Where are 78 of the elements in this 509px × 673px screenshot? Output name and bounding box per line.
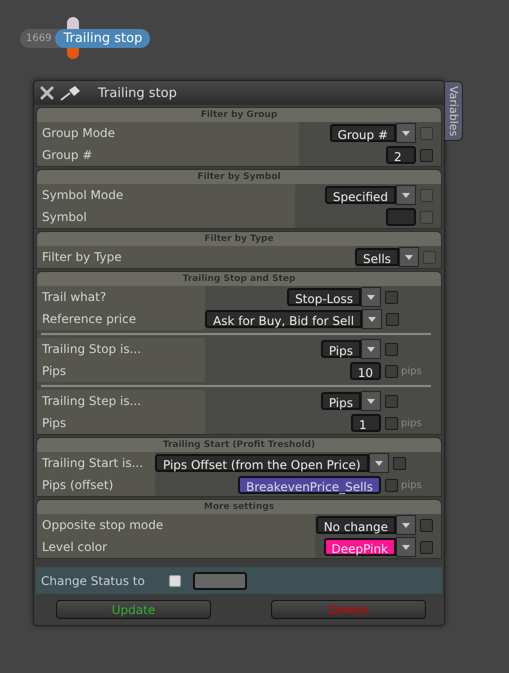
order-label[interactable]: Trailing stop — [55, 28, 150, 48]
caret-icon — [402, 130, 410, 136]
checkbox[interactable] — [420, 540, 433, 554]
checkbox[interactable] — [420, 518, 433, 532]
field-label: Pips — [37, 360, 205, 382]
dropdown-field[interactable]: Stop-Loss — [287, 288, 361, 306]
unit-label: pips — [401, 418, 422, 428]
dropdown-button[interactable] — [361, 339, 381, 359]
field-label: Trailing Step is... — [37, 390, 205, 412]
field-label: Trailing Start is... — [37, 452, 155, 474]
caret-icon — [367, 346, 375, 352]
field-label: Opposite stop mode — [37, 514, 315, 536]
checkbox[interactable] — [169, 574, 181, 586]
checkbox[interactable] — [386, 312, 400, 326]
field-label: Filter by Type — [37, 246, 355, 268]
close-icon[interactable] — [40, 86, 54, 100]
dropdown-button[interactable] — [396, 515, 416, 535]
section-header: Filter by Type — [37, 232, 441, 246]
caret-icon — [367, 294, 375, 300]
caret-icon — [374, 460, 383, 466]
dropdown-button[interactable] — [368, 453, 389, 473]
caret-icon — [402, 192, 410, 198]
field-label: Group Mode — [37, 122, 299, 144]
field-label: Pips — [37, 412, 205, 434]
caret-icon — [367, 398, 375, 404]
update-button[interactable]: Update — [56, 600, 211, 619]
dropdown-button[interactable] — [362, 309, 382, 329]
checkbox[interactable] — [392, 456, 406, 470]
dropdown-field[interactable]: Specified — [324, 186, 396, 204]
pin-icon[interactable] — [60, 85, 82, 101]
checkbox[interactable] — [385, 290, 398, 304]
dropdown-button[interactable] — [396, 537, 416, 557]
checkbox[interactable] — [385, 394, 398, 408]
input-field[interactable]: 1 — [351, 414, 381, 432]
field-label: Group # — [37, 144, 299, 166]
caret-icon — [404, 254, 413, 260]
unit-label: pips — [401, 366, 422, 376]
section-header: Filter by Group — [37, 108, 441, 122]
window-title: Trailing stop — [98, 86, 177, 100]
caret-icon — [402, 522, 410, 528]
caret-icon — [368, 316, 376, 322]
field-label: Symbol — [37, 206, 295, 228]
section-header: Trailing Start (Profit Treshold) — [37, 438, 441, 452]
dropdown-field[interactable]: Group # — [330, 124, 396, 142]
dropdown-button[interactable] — [361, 391, 381, 411]
input-field[interactable]: BreakevenPrice_Sells — [238, 476, 381, 494]
section-header: Filter by Symbol — [37, 170, 441, 184]
unit-label: pips — [401, 480, 422, 490]
dropdown-button[interactable] — [398, 247, 419, 267]
dropdown-button[interactable] — [396, 185, 416, 205]
section-header: More settings — [37, 500, 441, 514]
section-header: Trailing Stop and Step — [37, 272, 441, 286]
dropdown-field[interactable]: Pips Offset (from the Open Price) — [155, 454, 369, 472]
checkbox[interactable] — [385, 478, 398, 492]
dropdown-field[interactable]: Pips — [320, 340, 361, 358]
checkbox[interactable] — [385, 342, 398, 356]
dropdown-button[interactable] — [361, 287, 381, 307]
dropdown-field[interactable]: Sells — [355, 248, 399, 266]
field-label: Trailing Stop is... — [37, 338, 205, 360]
field-label: Level color — [37, 536, 315, 558]
dropdown-field[interactable]: Ask for Buy, Bid for Sell — [205, 310, 362, 328]
checkbox[interactable] — [385, 364, 398, 378]
dropdown-field[interactable]: No change — [316, 516, 396, 534]
dropdown-button[interactable] — [396, 123, 416, 143]
side-tab[interactable]: Variables — [445, 81, 463, 142]
status-label: Change Status to — [41, 574, 146, 588]
checkbox[interactable] — [420, 148, 433, 162]
field-label: Pips (offset) — [37, 474, 155, 496]
input-field[interactable] — [386, 208, 416, 226]
field-label: Trail what? — [37, 286, 205, 308]
status-field[interactable] — [193, 572, 247, 590]
input-field[interactable]: 2 — [386, 146, 416, 164]
field-label: Reference price — [37, 308, 205, 330]
input-field[interactable]: 10 — [350, 362, 381, 380]
checkbox[interactable] — [385, 416, 398, 430]
field-label: Symbol Mode — [37, 184, 295, 206]
caret-icon — [402, 544, 410, 550]
dropdown-field[interactable]: Pips — [320, 392, 361, 410]
